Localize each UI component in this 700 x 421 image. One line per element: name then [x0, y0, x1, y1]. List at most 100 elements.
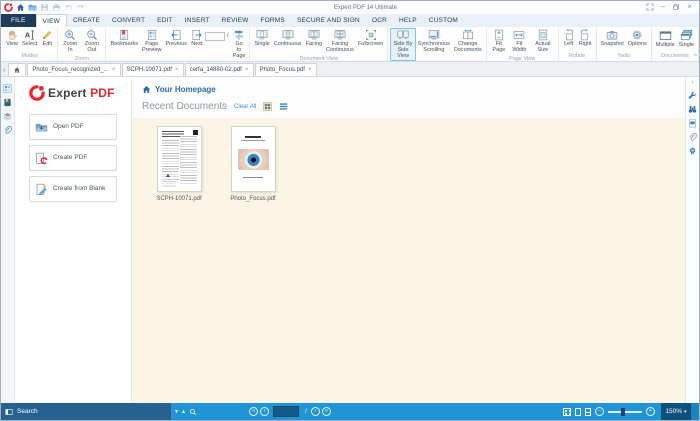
panel-collapse-icon[interactable]: ‹ [692, 80, 694, 86]
tab-scroll-left-icon[interactable]: › [3, 67, 5, 74]
home-button[interactable] [16, 3, 25, 12]
zoom-level-control[interactable]: 150% ▾ [661, 403, 691, 420]
menu-tab-forms[interactable]: FORMS [254, 14, 290, 27]
document-tab-home[interactable] [8, 63, 26, 76]
page-thumbnails-button[interactable] [3, 84, 12, 93]
list-view-toggle[interactable] [279, 102, 288, 111]
ribbon-button-facing[interactable]: Facing [304, 28, 325, 49]
fullscreen-view-icon[interactable] [563, 408, 571, 416]
close-tab-icon[interactable]: × [112, 67, 116, 74]
ribbon-button-single[interactable]: Single [677, 28, 696, 50]
print-button[interactable] [52, 3, 61, 12]
document-tab-photo-focus-pdf[interactable]: Photo_Focus.pdf× [255, 63, 317, 76]
recent-document-photo-focus-pdf[interactable]: Photo_Focus.pdf [224, 126, 282, 202]
ribbon-button-go-to-page[interactable]: Go to Page [231, 28, 248, 61]
ribbon-button-view[interactable]: View [4, 28, 20, 49]
ribbon-collapse-icon[interactable]: ^ [694, 54, 697, 60]
zoom-slider[interactable] [608, 411, 642, 413]
signature-badge-button[interactable] [688, 147, 697, 156]
minimize-icon[interactable]: – [661, 3, 665, 11]
previous-page-button[interactable]: ‹ [260, 407, 269, 416]
ribbon-button-side-by-side-view[interactable]: Side By Side View [390, 28, 416, 61]
logo-button[interactable] [4, 3, 13, 12]
continuous-view-icon[interactable] [585, 408, 591, 416]
last-page-button[interactable]: » [322, 407, 331, 416]
page-number-input[interactable] [273, 406, 299, 417]
menu-tab-insert[interactable]: INSERT [179, 14, 216, 27]
comments-panel-button[interactable] [688, 119, 697, 128]
ribbon-button-change-documents[interactable]: Change Documents [452, 28, 484, 55]
ribbon-button-zoom-in[interactable]: Zoom In [60, 28, 80, 55]
menu-tab-view[interactable]: VIEW [36, 14, 67, 27]
ribbon-button-select[interactable]: ASelect [20, 28, 39, 49]
layers-panel-button[interactable] [3, 112, 12, 121]
document-tab-cerfa-14880-02-pdf[interactable]: cerfa_14880-02.pdf× [185, 63, 254, 76]
zoom-in-button[interactable]: + [646, 407, 655, 416]
menu-tab-ocr[interactable]: OCR [366, 14, 393, 27]
fullscreen-toggle-icon[interactable] [646, 3, 654, 11]
ribbon-button-edit[interactable]: Edit [39, 28, 55, 49]
menu-tab-custom[interactable]: CUSTOM [423, 14, 464, 27]
ribbon-button-actual-size[interactable]: Actual Size [530, 28, 556, 55]
ribbon-button-single[interactable]: Single [252, 28, 271, 49]
ribbon-button-facing-continuous[interactable]: Facing Continuous [324, 28, 356, 55]
menu-tab-file[interactable]: FILE [1, 14, 36, 27]
ribbon-button-snapshot[interactable]: Snapshot [599, 28, 626, 49]
menu-tab-help[interactable]: HELP [393, 14, 423, 27]
ribbon-button-options[interactable]: Options [626, 28, 649, 49]
bookmarks-panel-button[interactable] [3, 98, 12, 107]
status-search[interactable]: Search [1, 403, 171, 420]
clear-all-link[interactable]: Clear All [234, 104, 256, 110]
ribbon-button-synchronous-scrolling[interactable]: Synchronous Scrolling [416, 28, 452, 55]
restore-icon[interactable] [672, 3, 680, 11]
attachments-panel-button[interactable] [3, 126, 12, 135]
close-tab-icon[interactable]: × [175, 67, 179, 74]
search-magnifier-icon[interactable] [189, 408, 197, 416]
ribbon-button-fullscreen[interactable]: Fullscreen [356, 28, 385, 49]
ribbon-button-previous[interactable]: Previous [164, 28, 189, 49]
next-page-button[interactable]: › [311, 407, 320, 416]
menu-tab-convert[interactable]: CONVERT [106, 14, 151, 27]
create-pdf-button[interactable]: Create PDF [29, 145, 117, 171]
ribbon-button-continuous[interactable]: Continuous [272, 28, 304, 49]
close-icon[interactable]: × [687, 3, 692, 11]
tools-wrench-button[interactable] [688, 91, 697, 100]
ribbon-button-right[interactable]: Right [577, 28, 594, 49]
menu-tab-review[interactable]: REVIEW [216, 14, 255, 27]
close-tab-icon[interactable]: × [245, 67, 249, 74]
menu-tab-edit[interactable]: EDIT [151, 14, 179, 27]
ribbon-button-page-preview[interactable]: Page Preview [140, 28, 164, 55]
document-thumbnail[interactable] [157, 126, 202, 192]
redo-button[interactable] [76, 3, 85, 12]
document-thumbnail[interactable] [231, 126, 276, 192]
ribbon-button-fit-width[interactable]: Fit Width [509, 28, 530, 55]
recent-document-scph-10071-pdf[interactable]: SCPH-10071.pdf [150, 126, 208, 202]
document-tab-label: SCPH-10071.pdf [127, 67, 172, 73]
zoom-out-button[interactable]: − [595, 407, 604, 416]
search-binoculars-button[interactable] [688, 105, 697, 114]
menu-tab-secure-and-sign[interactable]: SECURE AND SIGN [291, 14, 366, 27]
zoom-slider-handle[interactable] [621, 408, 625, 416]
grid-view-toggle[interactable] [263, 102, 272, 111]
first-page-button[interactable]: « [249, 407, 258, 416]
save-button[interactable] [40, 3, 49, 12]
goto-page-input[interactable] [205, 32, 225, 41]
ribbon-button-left[interactable]: Left [561, 28, 577, 49]
document-tab-photo-focus-recognized[interactable]: Photo_Focus_recognized_...× [27, 63, 120, 76]
search-direction-caret-icon[interactable]: ▴ [182, 409, 185, 415]
undo-button[interactable] [64, 3, 73, 12]
attachment-clip-button[interactable] [688, 133, 697, 142]
close-tab-icon[interactable]: × [308, 67, 312, 74]
single-page-view-icon[interactable] [575, 408, 581, 416]
ribbon-button-bookmarks[interactable]: Bookmarks [108, 28, 140, 49]
open-folder-button[interactable] [28, 3, 37, 12]
ribbon-button-fit-page[interactable]: Fit Page [489, 28, 509, 55]
ribbon-button-zoom-out[interactable]: Zoom Out [80, 28, 103, 55]
open-pdf-button[interactable]: Open PDF [29, 114, 117, 140]
ribbon-button-next[interactable]: Next [189, 28, 205, 49]
ribbon-button-multiple[interactable]: Multiple [654, 28, 677, 50]
document-tab-scph-10071-pdf[interactable]: SCPH-10071.pdf× [122, 63, 184, 76]
search-options-caret-icon[interactable]: ▾ [175, 409, 178, 415]
menu-tab-create[interactable]: CREATE [67, 14, 106, 27]
create-from-blank-button[interactable]: Create from Blank [29, 176, 117, 202]
